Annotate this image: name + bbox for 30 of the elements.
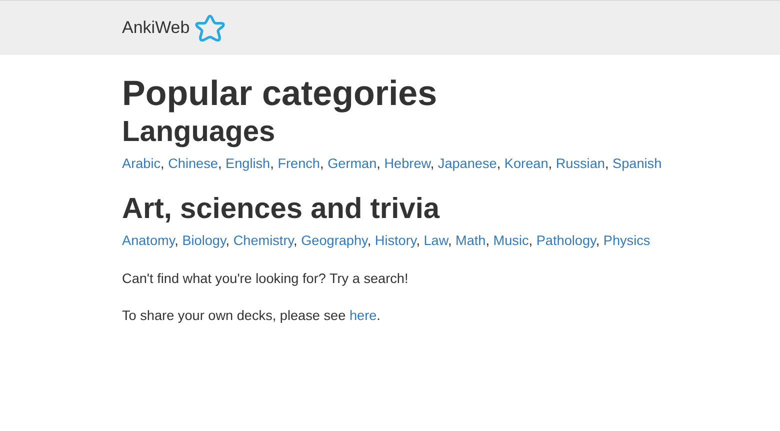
category-link[interactable]: Arabic — [122, 156, 161, 171]
category-list: Arabic, Chinese, English, French, German, Hebrew, Japanese, Korean, Russian, Spanish — [122, 154, 780, 174]
star-logo-icon — [194, 13, 226, 43]
brand-link[interactable]: AnkiWeb — [122, 15, 190, 41]
category-link[interactable]: Japanese — [438, 156, 497, 171]
category-link[interactable]: Russian — [556, 156, 605, 171]
category-link[interactable]: Anatomy — [122, 232, 175, 248]
category-link[interactable]: Pathology — [536, 232, 596, 248]
category-link[interactable]: Geography — [301, 232, 368, 248]
category-link[interactable]: Music — [493, 232, 529, 248]
share-note: To share your own decks, please see here. — [122, 306, 382, 325]
category-link[interactable]: German — [328, 156, 377, 171]
category-link[interactable]: Math — [456, 232, 486, 248]
category-link[interactable]: Korean — [504, 156, 548, 171]
category-link[interactable]: Law — [424, 232, 448, 248]
category-link[interactable]: French — [278, 156, 320, 171]
search-hint: Can't find what you're looking for? Try a search! — [122, 270, 410, 288]
section-heading: Languages — [122, 115, 276, 150]
category-link[interactable]: History — [374, 232, 416, 248]
category-link[interactable]: English — [226, 156, 270, 171]
category-link[interactable]: Chinese — [168, 156, 218, 171]
section-heading: Art, sciences and trivia — [122, 192, 441, 227]
page-title: Popular categories — [122, 73, 438, 115]
category-list: Anatomy, Biology, Chemistry, Geography, History, Law, Math, Music, Pathology, Physics — [122, 230, 780, 252]
category-link[interactable]: Physics — [603, 232, 650, 248]
category-link[interactable]: Spanish — [612, 156, 662, 171]
category-link[interactable]: Hebrew — [384, 156, 430, 171]
category-link[interactable]: Biology — [182, 232, 226, 248]
category-link[interactable]: Chemistry — [233, 232, 294, 248]
here-link[interactable]: here — [349, 308, 377, 323]
